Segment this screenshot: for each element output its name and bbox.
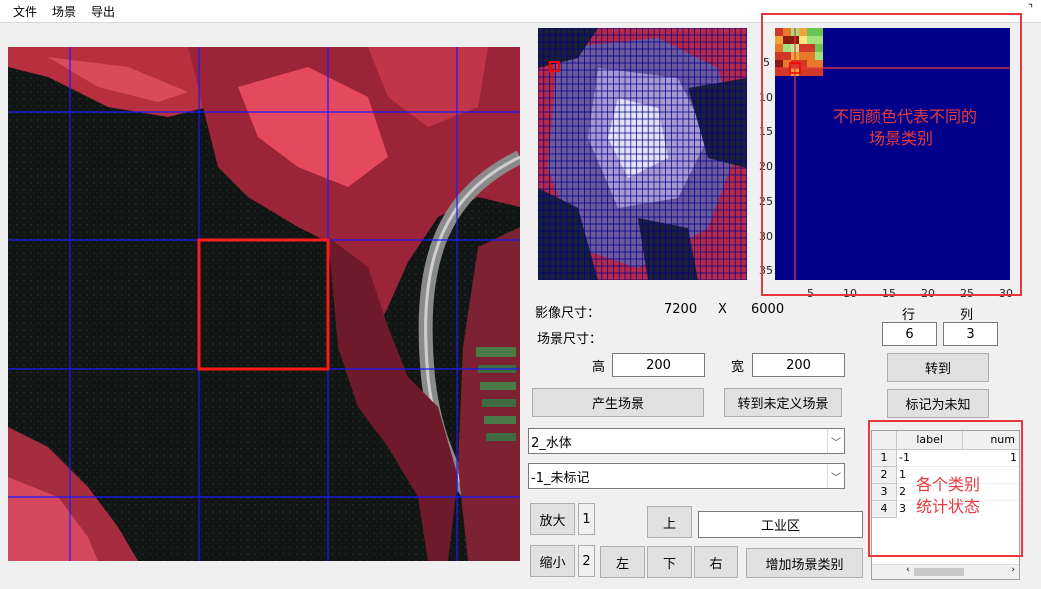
scrollbar-thumb[interactable] <box>914 568 964 576</box>
stats-annotation: 各个类别 统计状态 <box>916 474 980 518</box>
scene-height-input[interactable]: 200 <box>612 353 705 377</box>
move-left-button[interactable]: 左 <box>600 546 645 578</box>
row-input[interactable]: 6 <box>882 322 937 346</box>
goto-button[interactable]: 转到 <box>887 353 989 382</box>
menu-scene[interactable]: 场景 <box>52 3 76 20</box>
move-down-button[interactable]: 下 <box>647 546 692 578</box>
window-restore-icon[interactable]: ⌝ <box>1028 2 1033 15</box>
menu-export[interactable]: 导出 <box>91 3 115 20</box>
scene-class-selected: 2_水体 <box>531 435 572 451</box>
satellite-image-zoomed <box>8 47 520 561</box>
zoom-out-level: 2 <box>578 545 595 577</box>
satellite-image-overview <box>538 28 747 280</box>
menu-file[interactable]: 文件 <box>13 3 37 20</box>
scene-width-input[interactable]: 200 <box>752 353 845 377</box>
image-size-label: 影像尺寸： <box>535 306 601 321</box>
scroll-left-icon[interactable]: ‹ <box>906 565 910 575</box>
stats-annotation-line-1: 各个类别 <box>916 475 981 494</box>
chevron-down-icon[interactable]: ﹀ <box>827 429 844 453</box>
image-height-value: 6000 <box>751 302 785 317</box>
stats-annotation-line-2: 统计状态 <box>916 497 981 516</box>
scroll-right-icon[interactable]: › <box>1011 565 1015 575</box>
image-width-value: 7200 <box>664 302 698 317</box>
new-class-name-input[interactable]: 工业区 <box>698 511 863 538</box>
horizontal-scrollbar[interactable]: ‹ › <box>872 564 1019 579</box>
height-label: 高 <box>592 360 606 375</box>
width-label: 宽 <box>731 360 745 375</box>
chevron-down-icon[interactable]: ﹀ <box>827 464 844 488</box>
mark-unknown-button[interactable]: 标记为未知 <box>887 389 989 418</box>
col-label: 列 <box>960 308 974 323</box>
col-input[interactable]: 3 <box>943 322 998 346</box>
move-up-button[interactable]: 上 <box>647 506 692 538</box>
scene-class-select[interactable]: 2_水体 ﹀ <box>528 428 845 454</box>
add-scene-class-button[interactable]: 增加场景类别 <box>746 548 863 578</box>
zoom-out-button[interactable]: 缩小 <box>530 545 575 577</box>
zoom-in-button[interactable]: 放大 <box>530 503 575 535</box>
overview-image[interactable] <box>538 28 747 280</box>
goto-undefined-scene-button[interactable]: 转到未定义场景 <box>724 388 842 417</box>
image-size-separator: X <box>718 302 727 317</box>
move-right-button[interactable]: 右 <box>694 546 738 578</box>
generate-scene-button[interactable]: 产生场景 <box>532 388 704 417</box>
scene-status-select[interactable]: -1_未标记 ﹀ <box>528 463 845 489</box>
row-label: 行 <box>902 308 916 323</box>
zoomed-image-view[interactable] <box>8 47 520 561</box>
label-map-highlight <box>761 13 1022 296</box>
scene-status-selected: -1_未标记 <box>531 470 590 486</box>
scene-size-label: 场景尺寸： <box>537 332 603 347</box>
zoom-in-level: 1 <box>578 503 595 535</box>
